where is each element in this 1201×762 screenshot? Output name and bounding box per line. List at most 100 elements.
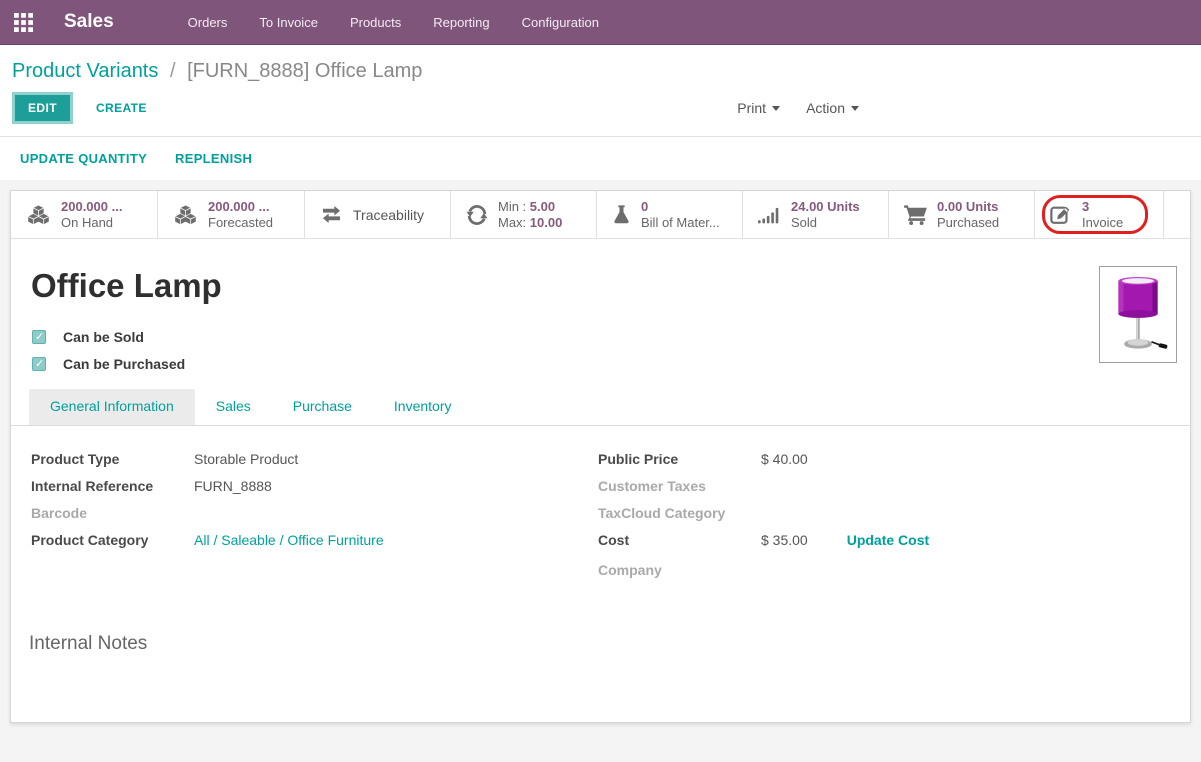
breadcrumb: Product Variants / [FURN_8888] Office La… [0,45,1201,83]
stat-button-purchased[interactable]: 0.00 Units Purchased [889,191,1035,238]
forecasted-label: Forecasted [208,215,273,231]
apps-grid-icon[interactable] [0,0,46,45]
on-hand-label: On Hand [61,215,122,231]
stat-button-sold[interactable]: 24.00 Units Sold [743,191,889,238]
can-be-purchased-row: Can be Purchased [32,354,185,374]
field-customer-taxes: Customer Taxes [598,478,1158,505]
control-panel: Product Variants / [FURN_8888] Office La… [0,45,1201,136]
can-be-sold-label: Can be Sold [63,329,144,345]
bom-value: 0 [641,199,720,215]
on-hand-value: 200.000 ... [61,199,122,215]
stat-button-forecasted[interactable]: 200.000 ... Forecasted [158,191,305,238]
max-label: Max: [498,215,526,230]
min-value: 5.00 [530,199,555,214]
purchased-label: Purchased [937,215,999,231]
cart-icon [904,204,927,225]
refresh-icon [466,204,488,226]
cost-value: $ 35.00 [761,532,808,548]
app-name[interactable]: Sales [64,11,114,33]
edit-button[interactable]: EDIT [12,92,73,124]
tab-inventory[interactable]: Inventory [373,389,473,425]
internal-reference-value: FURN_8888 [194,478,272,494]
replenish-button[interactable]: REPLENISH [175,151,252,166]
field-column-left: Product Type Storable Product Internal R… [31,451,598,589]
min-label: Min : [498,199,526,214]
tab-general-information[interactable]: General Information [29,389,195,425]
field-product-type: Product Type Storable Product [31,451,598,478]
customer-taxes-label: Customer Taxes [598,478,761,494]
cubes-icon [173,204,198,226]
field-public-price: Public Price $ 40.00 [598,451,1158,478]
can-be-sold-checkbox[interactable] [32,330,46,344]
stat-button-on-hand[interactable]: 200.000 ... On Hand [11,191,158,238]
can-be-sold-row: Can be Sold [32,327,144,347]
main-menu: Orders To Invoice Products Reporting Con… [176,7,611,38]
breadcrumb-separator: / [164,60,182,82]
field-product-category: Product Category All / Saleable / Office… [31,532,598,559]
form-sheet: 200.000 ... On Hand 200.000 ... Forecast… [10,190,1191,723]
forecasted-value: 200.000 ... [208,199,273,215]
field-cost: Cost $ 35.00 Update Cost [598,532,1158,561]
sold-value: 24.00 Units [791,199,860,215]
print-label: Print [737,100,766,116]
action-dropdown[interactable]: Action [806,100,859,116]
product-type-value: Storable Product [194,451,298,467]
public-price-label: Public Price [598,451,761,467]
product-category-label: Product Category [31,532,194,548]
field-company: Company [598,562,1158,589]
public-price-value: $ 40.00 [761,451,808,467]
max-value: 10.00 [530,215,563,230]
create-button[interactable]: CREATE [88,95,155,121]
field-grid: Product Type Storable Product Internal R… [31,451,1180,589]
sheet-body: Office Lamp Can be Sold Can be Purchased [11,239,1190,723]
barcode-label: Barcode [31,505,194,521]
caret-down-icon [772,106,780,111]
menu-to-invoice[interactable]: To Invoice [247,7,330,38]
field-taxcloud-category: TaxCloud Category [598,505,1158,532]
statusbar: UPDATE QUANTITY REPLENISH [0,136,1201,180]
update-cost-button[interactable]: Update Cost [847,532,929,548]
product-category-value[interactable]: All / Saleable / Office Furniture [194,532,384,548]
menu-configuration[interactable]: Configuration [510,7,611,38]
product-type-label: Product Type [31,451,194,467]
breadcrumb-current: [FURN_8888] Office Lamp [187,60,422,82]
menu-orders[interactable]: Orders [176,7,240,38]
stat-button-bill-of-materials[interactable]: 0 Bill of Mater... [597,191,743,238]
button-row: EDIT CREATE Print Action [0,92,1201,124]
field-column-right: Public Price $ 40.00 Customer Taxes TaxC… [598,451,1158,589]
bom-label: Bill of Mater... [641,215,720,231]
odoo-sales-screen: Sales Orders To Invoice Products Reporti… [0,0,1201,762]
sold-label: Sold [791,215,860,231]
product-image [1099,266,1177,363]
purchased-value: 0.00 Units [937,199,999,215]
stat-button-traceability[interactable]: Traceability [305,191,451,238]
flask-icon [612,203,631,226]
company-label: Company [598,562,761,578]
cost-label: Cost [598,532,761,548]
lamp-illustration [1106,275,1170,355]
update-quantity-button[interactable]: UPDATE QUANTITY [20,151,147,166]
invoice-label: Invoice [1082,215,1123,231]
can-be-purchased-label: Can be Purchased [63,356,185,372]
taxcloud-category-label: TaxCloud Category [598,505,761,521]
internal-notes-heading: Internal Notes [29,633,147,655]
tab-sales[interactable]: Sales [195,389,272,425]
breadcrumb-parent[interactable]: Product Variants [12,60,158,82]
edit-square-icon [1050,204,1072,226]
invoice-value: 3 [1082,199,1123,215]
traceability-label: Traceability [353,207,424,223]
stat-button-invoice[interactable]: 3 Invoice [1035,191,1164,238]
print-dropdown[interactable]: Print [737,100,780,116]
stat-button-reordering-rules[interactable]: Min : 5.00 Max: 10.00 [451,191,597,238]
action-label: Action [806,100,845,116]
top-navbar: Sales Orders To Invoice Products Reporti… [0,0,1201,45]
notebook-tabs: General Information Sales Purchase Inven… [11,389,1190,426]
menu-products[interactable]: Products [338,7,413,38]
can-be-purchased-checkbox[interactable] [32,357,46,371]
tab-purchase[interactable]: Purchase [272,389,373,425]
menu-reporting[interactable]: Reporting [421,7,501,38]
cubes-icon [26,204,51,226]
action-dropdowns: Print Action [737,100,859,116]
field-barcode: Barcode [31,505,598,532]
exchange-icon [320,205,343,224]
